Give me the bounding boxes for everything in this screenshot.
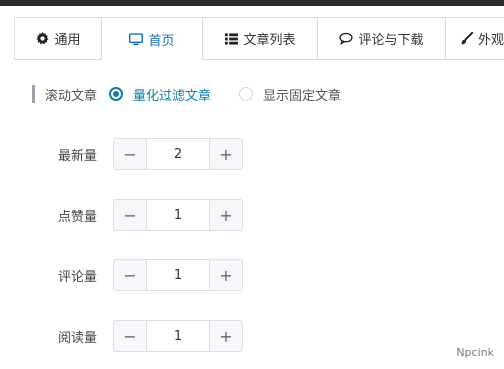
decrement-button[interactable]: − — [114, 260, 147, 290]
tab-general[interactable]: 通用 — [14, 17, 101, 60]
increment-button[interactable]: + — [209, 139, 242, 169]
latest-count-input[interactable] — [147, 139, 209, 169]
field-comment-count: 评论量 − + — [58, 259, 243, 291]
like-count-input[interactable] — [147, 200, 209, 230]
field-like-count: 点赞量 − + — [58, 199, 243, 231]
radio-unselected-indicator — [239, 87, 254, 101]
increment-button[interactable]: + — [209, 200, 242, 230]
increment-button[interactable]: + — [209, 321, 242, 351]
latest-count-stepper: − + — [113, 138, 243, 170]
like-count-stepper: − + — [113, 199, 243, 231]
window-top-strip — [0, 0, 504, 6]
read-count-stepper: − + — [113, 320, 243, 352]
field-read-count: 阅读量 − + — [58, 320, 243, 352]
brush-icon — [460, 32, 473, 46]
field-latest-count: 最新量 − + — [58, 138, 243, 170]
comment-icon — [339, 32, 354, 46]
radio-selected-indicator — [109, 87, 124, 101]
read-count-input[interactable] — [147, 321, 209, 351]
decrement-button[interactable]: − — [114, 200, 147, 230]
field-comment-count-label: 评论量 — [58, 269, 98, 285]
radio-fixed-articles-label: 显示固定文章 — [263, 88, 342, 104]
monitor-icon — [129, 32, 144, 46]
tab-general-label: 通用 — [54, 33, 81, 48]
radio-quantified-filter-label: 量化过滤文章 — [133, 88, 212, 104]
field-latest-count-label: 最新量 — [58, 148, 98, 164]
watermark: Npcink — [456, 346, 494, 359]
increment-button[interactable]: + — [209, 260, 242, 290]
tab-article-list-label: 文章列表 — [243, 33, 296, 48]
tab-home-label: 首页 — [148, 33, 175, 49]
field-read-count-label: 阅读量 — [58, 330, 98, 346]
tab-article-list[interactable]: 文章列表 — [202, 17, 317, 60]
list-icon — [224, 32, 238, 46]
decrement-button[interactable]: − — [114, 321, 147, 351]
gear-icon — [35, 32, 49, 46]
comment-count-stepper: − + — [113, 259, 243, 291]
settings-tab-bar: 通用 首页 文章列表 评论与下载 外观设 — [14, 17, 504, 61]
radio-quantified-filter[interactable]: 量化过滤文章 — [109, 85, 211, 104]
tab-home[interactable]: 首页 — [101, 17, 202, 61]
tab-comments-downloads-label: 评论与下载 — [358, 33, 424, 48]
comment-count-input[interactable] — [147, 260, 209, 290]
decrement-button[interactable]: − — [114, 139, 147, 169]
tab-appearance[interactable]: 外观设 — [445, 17, 504, 60]
scroll-articles-label: 滚动文章 — [32, 85, 97, 104]
radio-fixed-articles[interactable]: 显示固定文章 — [239, 85, 341, 104]
tab-appearance-label: 外观设 — [478, 33, 504, 48]
scroll-articles-row: 滚动文章 量化过滤文章 显示固定文章 — [32, 84, 341, 104]
field-like-count-label: 点赞量 — [58, 209, 98, 225]
tab-comments-downloads[interactable]: 评论与下载 — [317, 17, 445, 60]
